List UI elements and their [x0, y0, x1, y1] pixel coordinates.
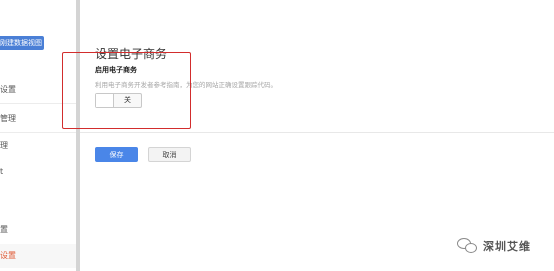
watermark-text: 深圳艾维	[483, 240, 531, 253]
sidebar-item-3[interactable]: 理	[0, 140, 76, 151]
sidebar-item-5[interactable]: 置	[0, 224, 76, 235]
red-highlight-box	[62, 52, 191, 129]
ga-view-settings-page: 刚建数据视图 设置 管理 理 t 置 设置 设置电子商务 启用电子商务 利用电子…	[0, 0, 554, 271]
enable-ecommerce-label: 启用电子商务	[95, 66, 137, 74]
sidebar-divider	[0, 103, 76, 104]
section-title: 设置电子商务	[95, 47, 168, 61]
section-divider	[80, 132, 554, 133]
sidebar-divider	[0, 132, 76, 133]
sidebar-item-management[interactable]: 管理	[0, 113, 76, 124]
save-button[interactable]: 保存	[95, 147, 138, 162]
enable-ecommerce-toggle[interactable]: 关	[95, 93, 142, 108]
sidebar-item-4[interactable]: t	[0, 167, 76, 176]
wechat-icon	[457, 238, 479, 254]
create-view-button[interactable]: 刚建数据视图	[0, 36, 44, 50]
main-content: 设置电子商务 启用电子商务 利用电子商务开发者参考指南，为您的网站正确设置跟踪代…	[62, 0, 554, 271]
cancel-button[interactable]: 取消	[148, 147, 191, 162]
watermark: 深圳艾维	[457, 236, 531, 256]
sidebar-item-ecommerce-settings[interactable]: 设置	[0, 244, 76, 268]
toggle-knob	[96, 94, 114, 107]
enable-ecommerce-description: 利用电子商务开发者参考指南，为您的网站正确设置跟踪代码。	[95, 81, 277, 89]
toggle-state-label: 关	[124, 96, 131, 104]
sidebar-item-settings[interactable]: 设置	[0, 84, 76, 95]
sidebar: 刚建数据视图 设置 管理 理 t 置 设置	[0, 0, 76, 271]
